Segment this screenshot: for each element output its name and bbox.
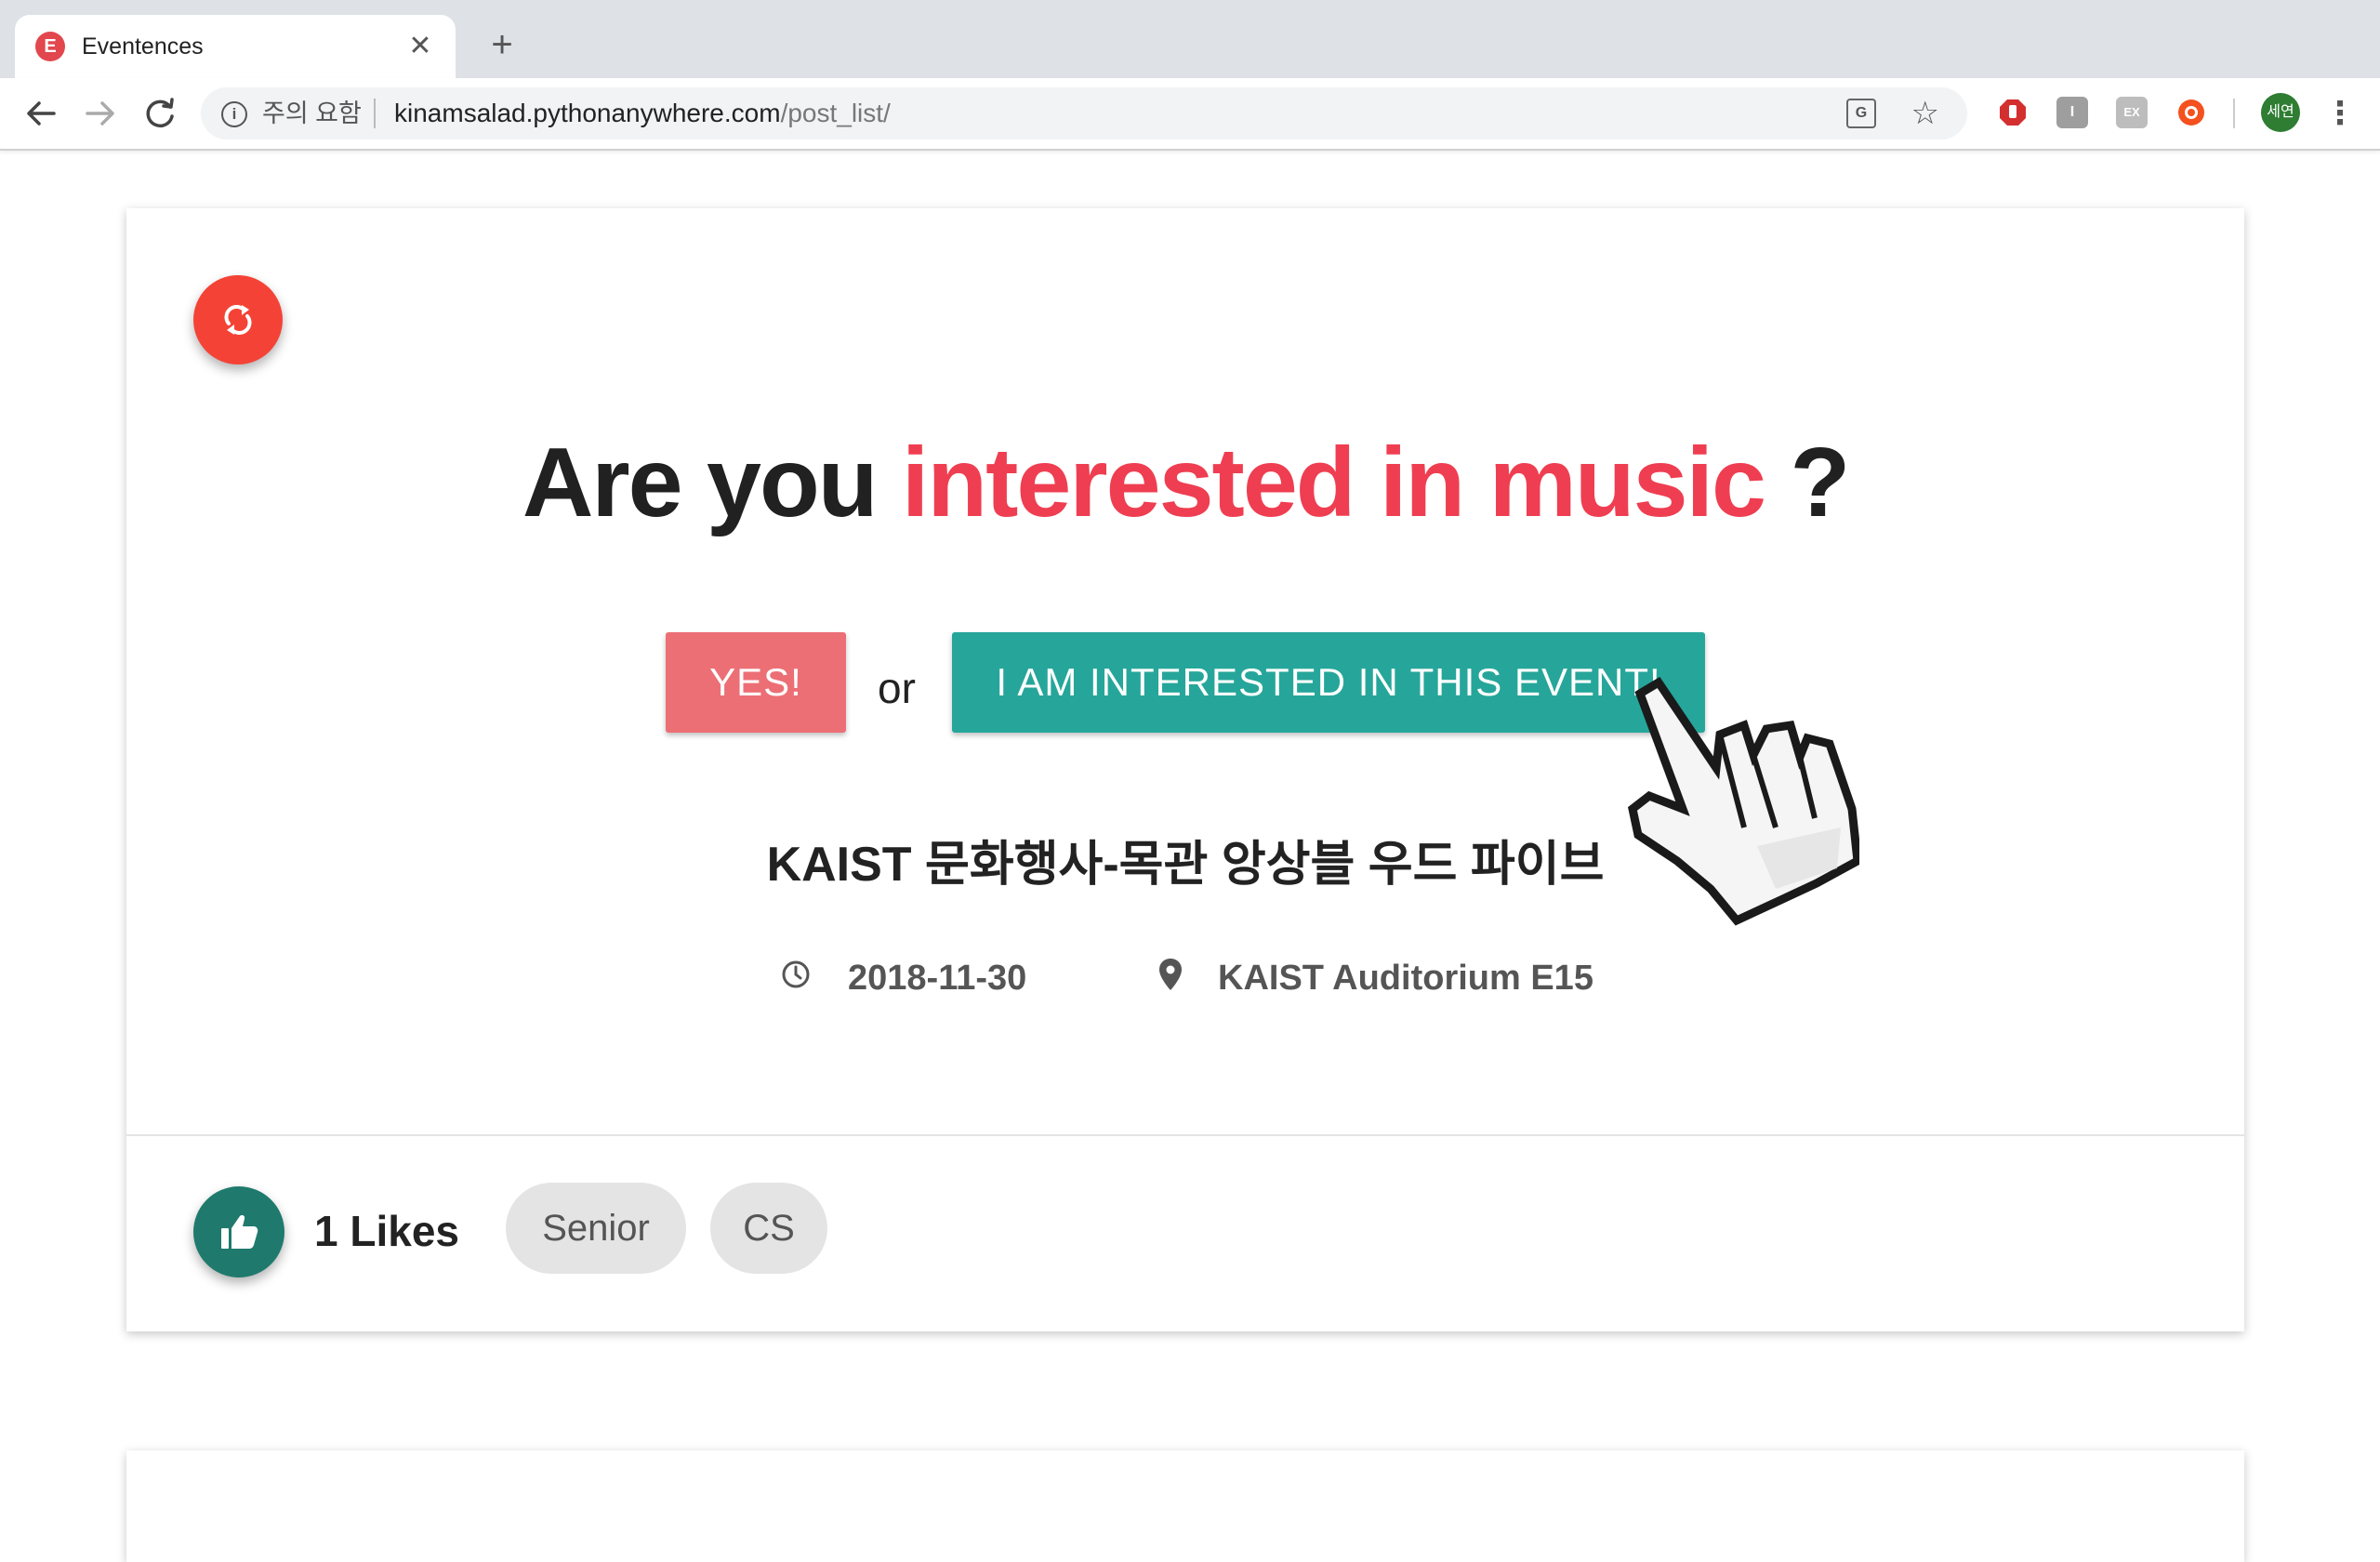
info-icon[interactable]: i [221, 101, 247, 127]
instapaper-icon[interactable]: I [2056, 97, 2088, 128]
hand-cursor-icon [1628, 676, 1859, 926]
tag-chip-cs[interactable]: CS [710, 1183, 827, 1274]
question-headline: Are you interested in music ? [126, 422, 2244, 543]
event-title: KAIST 문화행사-목관 앙상블 우드 파이브 [766, 838, 1605, 892]
tab-title: Eventences [82, 33, 204, 60]
or-label: or [878, 664, 916, 712]
new-tab-icon[interactable]: + [482, 24, 522, 65]
ex-icon[interactable]: EX [2116, 97, 2148, 128]
reload-icon[interactable] [138, 91, 182, 136]
security-status[interactable]: 주의 요함 [262, 99, 362, 128]
browser-tabstrip: E Eventences ✕ + [0, 0, 2380, 78]
question-suffix: ? [1790, 428, 1850, 537]
interested-in-event-button[interactable]: I AM INTERESTED IN THIS EVENT! [952, 632, 1705, 733]
next-event-card [126, 1450, 2244, 1562]
adblock-icon[interactable] [1997, 97, 2029, 128]
card-divider [126, 1134, 2244, 1136]
tag-chip-senior[interactable]: Senior [506, 1183, 686, 1274]
event-location: KAIST Auditorium E15 [1218, 959, 1593, 998]
like-button[interactable] [193, 1186, 284, 1277]
screenshot-icon[interactable] [2175, 97, 2207, 128]
address-bar[interactable]: i 주의 요함 kinamsalad.pythonanywhere.com/po… [201, 87, 1967, 139]
tab-close-icon[interactable]: ✕ [402, 28, 439, 65]
thumbs-up-icon [221, 1215, 258, 1249]
bookmark-star-icon[interactable]: ☆ [1911, 95, 1939, 132]
back-icon[interactable] [19, 91, 63, 136]
browser-toolbar: i 주의 요함 kinamsalad.pythonanywhere.com/po… [0, 78, 2380, 151]
event-card: Are you interested in music ? YES! or I … [126, 208, 2244, 1331]
toolbar-divider [2233, 99, 2235, 128]
question-prefix: Are you [522, 428, 879, 537]
eventences-favicon-icon: E [35, 32, 65, 61]
clock-icon [782, 960, 810, 988]
yes-button[interactable]: YES! [666, 632, 846, 733]
url-path: /post_list/ [780, 99, 891, 127]
omnibox-divider [374, 99, 376, 128]
refresh-button[interactable] [193, 275, 283, 364]
browser-menu-icon[interactable]: ⋮ [2324, 91, 2356, 136]
refresh-icon [224, 305, 252, 335]
profile-avatar[interactable]: 세연 [2261, 93, 2300, 132]
location-pin-icon [1159, 959, 1182, 990]
forward-icon[interactable] [78, 91, 123, 136]
browser-tab[interactable]: E Eventences ✕ [15, 15, 456, 78]
event-date: 2018-11-30 [848, 959, 1027, 998]
url-text[interactable]: kinamsalad.pythonanywhere.com/post_list/ [394, 99, 891, 128]
url-host: kinamsalad.pythonanywhere.com [394, 99, 781, 127]
likes-count: 1 Likes [314, 1207, 459, 1255]
translate-icon[interactable]: G [1846, 99, 1876, 128]
question-highlight: interested in music [901, 428, 1766, 537]
